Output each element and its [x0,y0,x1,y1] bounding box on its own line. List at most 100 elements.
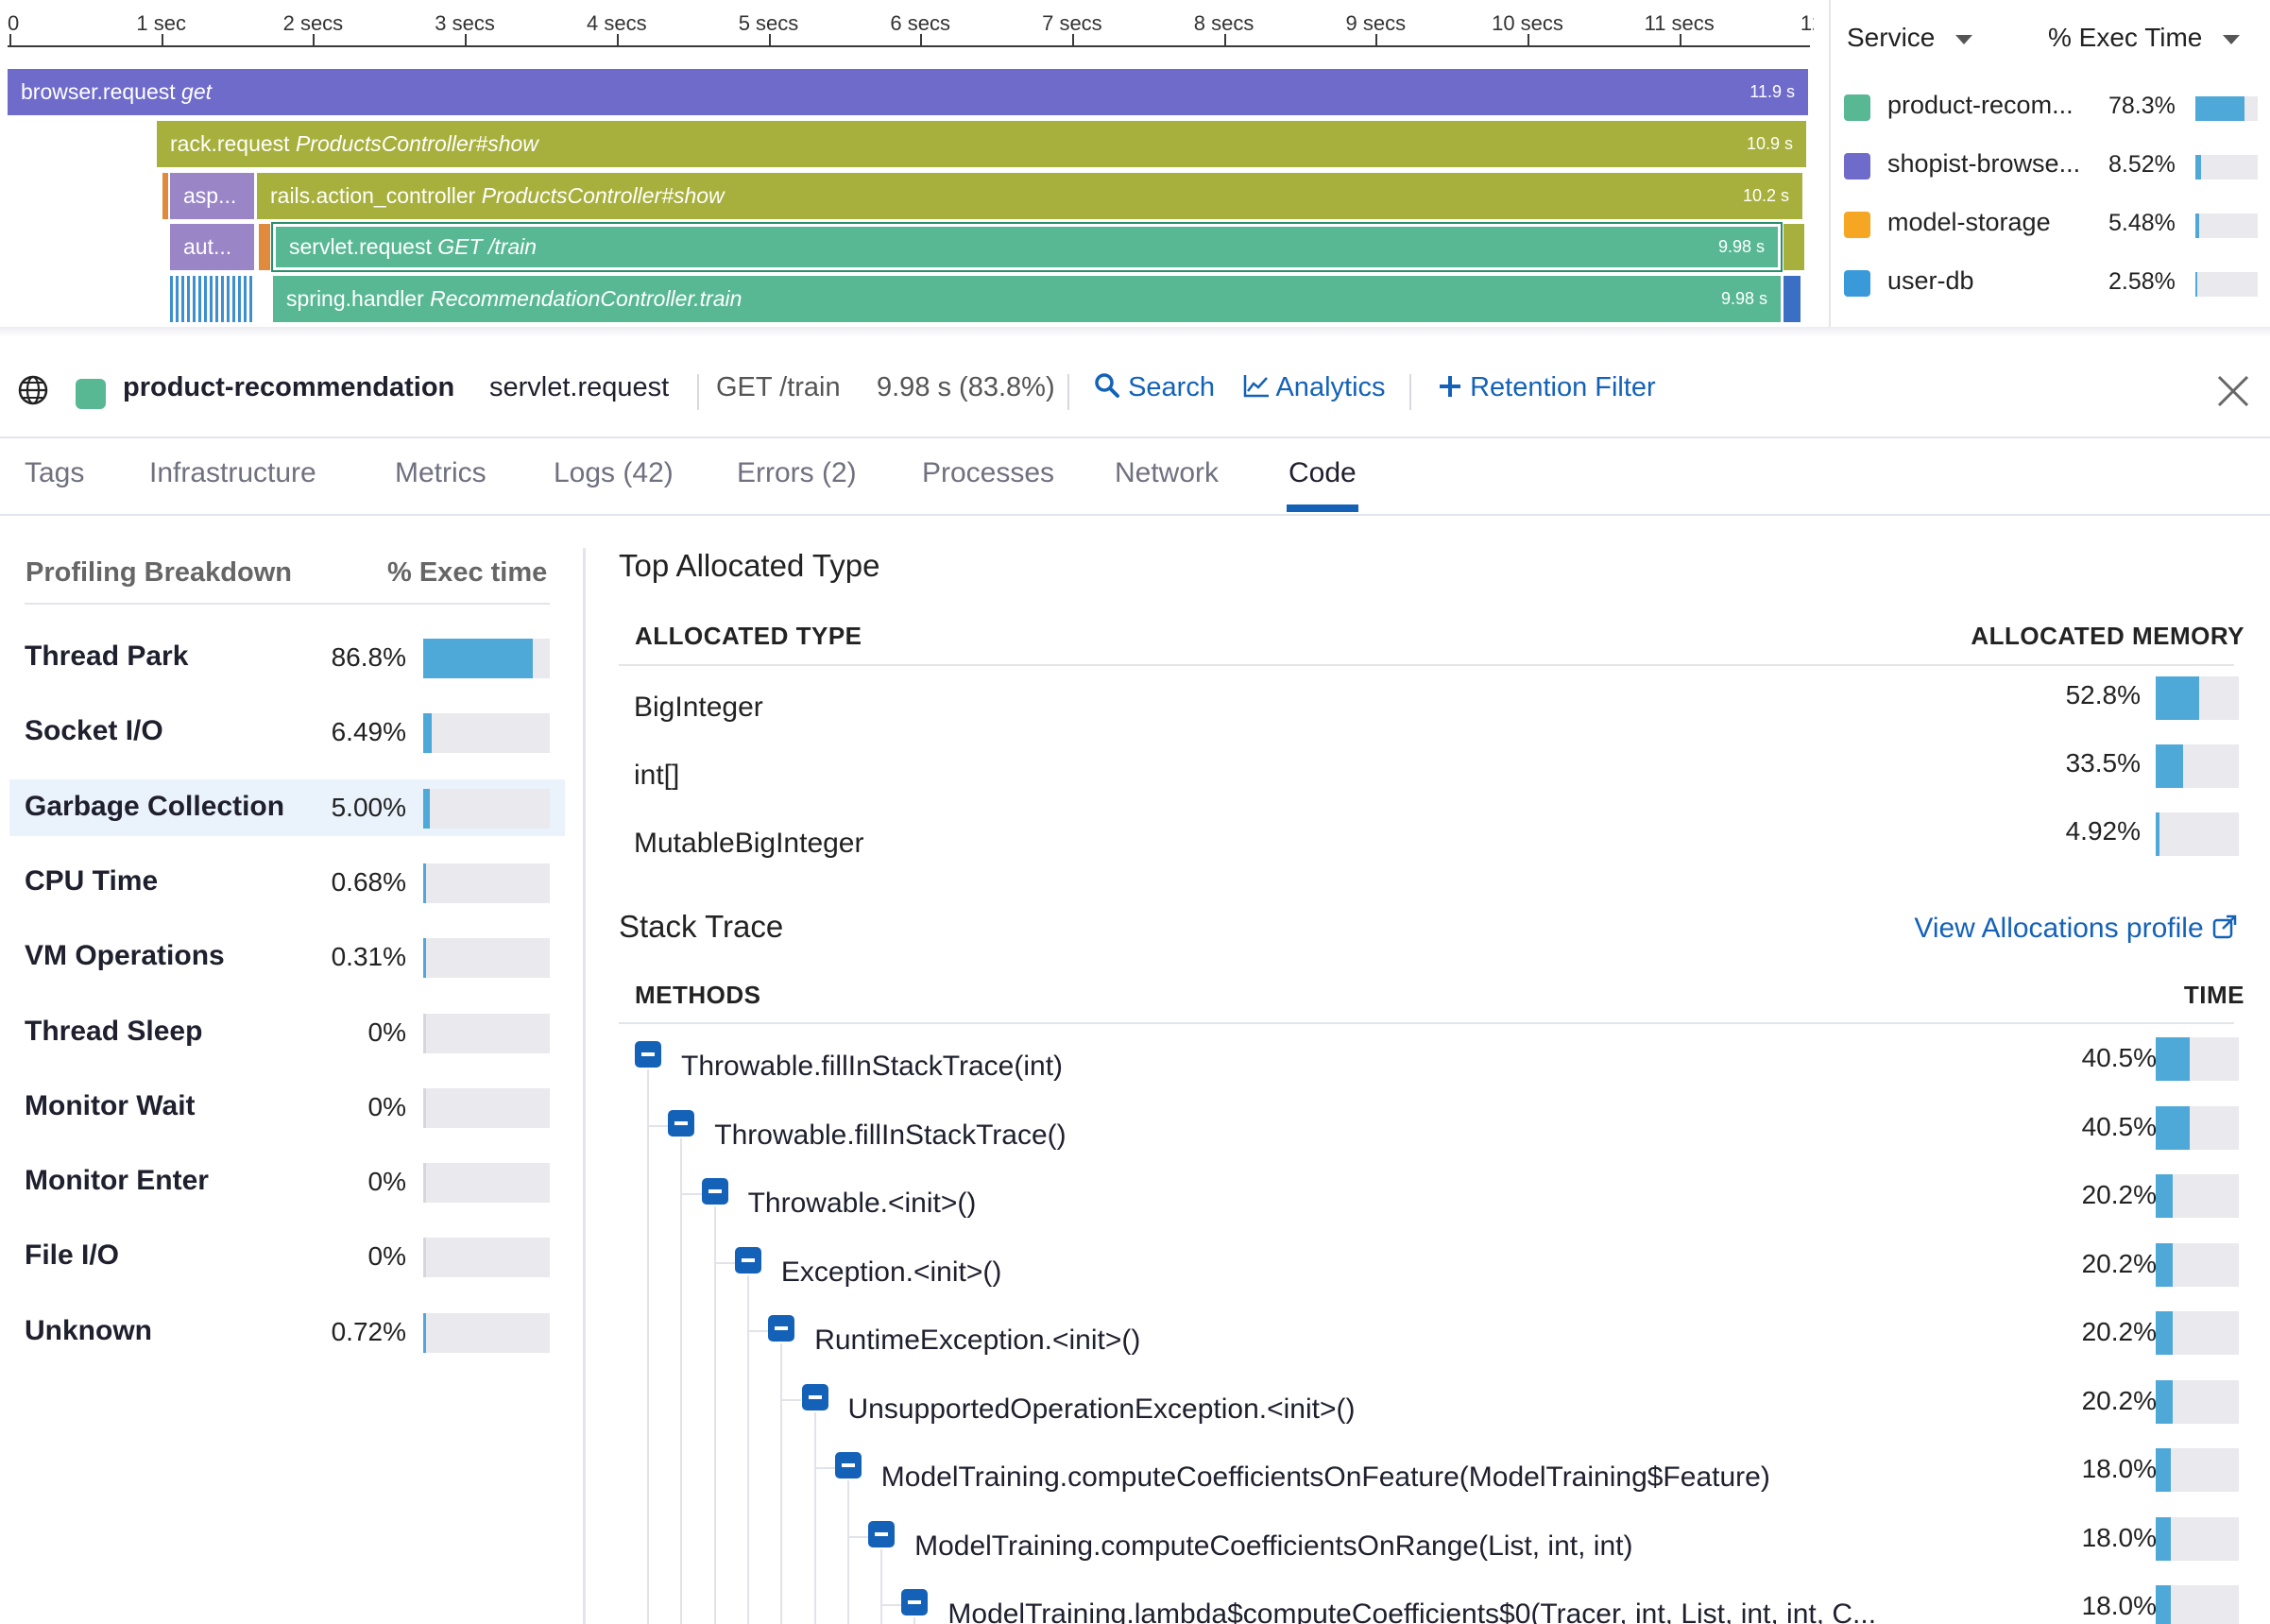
stack-frame-row[interactable]: Throwable.<init>() 20.2% [586,1174,2270,1242]
chevron-down-icon [1955,34,1973,44]
allocated-memory-bar [2156,744,2239,788]
tab-metrics[interactable]: Metrics [395,457,486,489]
stack-frame-row[interactable]: Throwable.fillInStackTrace() 40.5% [586,1105,2270,1174]
stack-frame-row[interactable]: ModelTraining.computeCoefficientsOnFeatu… [586,1448,2270,1516]
link-label: View Allocations profile [1914,913,2204,944]
collapse-toggle-icon[interactable] [635,1041,661,1068]
breakdown-row[interactable]: Monitor Enter 0% [9,1154,565,1210]
tab-code[interactable]: Code [1289,457,1357,489]
tab-infrastructure[interactable]: Infrastructure [149,457,316,489]
tab-processes[interactable]: Processes [922,457,1054,489]
span-spring-handler[interactable]: spring.handler RecommendationController.… [273,276,1781,322]
span-many-small[interactable] [170,276,254,322]
service-row[interactable]: model-storage 5.48% [1831,198,2270,251]
breakdown-row[interactable]: Unknown 0.72% [9,1304,565,1360]
span-operation: servlet.request [289,234,432,259]
close-icon[interactable] [2216,374,2250,416]
breakdown-row[interactable]: Thread Sleep 0% [9,1004,565,1061]
stack-frame-method: ModelTraining.lambda$computeCoefficients… [947,1598,1877,1624]
span-browser-request[interactable]: browser.request get 11.9 s [8,69,1808,115]
retention-filter-button[interactable]: Retention Filter [1438,372,1656,403]
tab-errors[interactable]: Errors (2) [737,457,857,489]
stack-frame-time-bar-fill [2156,1242,2173,1287]
exec-time-bar [423,713,550,754]
span-asp[interactable]: asp... [170,173,254,219]
search-button[interactable]: Search [1094,372,1215,403]
view-allocations-profile-link[interactable]: View Allocations profile [1914,913,2238,945]
breakdown-row[interactable]: File I/O 0% [9,1228,565,1285]
collapse-toggle-icon[interactable] [801,1383,828,1410]
stack-frame-time-pct: 40.5% [2081,1111,2157,1141]
breakdown-pct: 5.00% [331,792,406,822]
stack-frame-time-bar [2156,1379,2239,1424]
stack-frame-time-bar-fill [2156,1516,2171,1561]
divider [1409,374,1411,410]
divider [25,603,550,605]
breakdown-row[interactable]: VM Operations 0.31% [9,929,565,985]
span-small-orange[interactable] [162,173,168,219]
breakdown-pct: 86.8% [331,642,406,672]
tab-network[interactable]: Network [1115,457,1219,489]
exec-time-bar [423,1087,550,1128]
span-operation: browser.request [21,79,176,104]
service-row[interactable]: user-db 2.58% [1831,257,2270,310]
service-row[interactable]: product-recom... 78.3% [1831,81,2270,134]
span-operation: rails.action_controller [270,183,476,208]
collapse-toggle-icon[interactable] [768,1315,795,1342]
breakdown-row[interactable]: Thread Park 86.8% [9,629,565,686]
breakdown-row[interactable]: CPU Time 0.68% [9,854,565,911]
collapse-toggle-icon[interactable] [834,1452,862,1479]
axis-line [8,45,1810,47]
stack-frame-time-pct: 20.2% [2081,1248,2157,1278]
methods-column-header: METHODS [635,981,761,1009]
breakdown-row[interactable]: Garbage Collection 5.00% [9,778,565,836]
service-column-header[interactable]: Service [1847,23,1973,53]
tick-mark [1528,34,1529,46]
flame-graph[interactable]: 0 1 sec 2 secs 3 secs 4 secs 5 secs 6 secs 7 se… [0,0,1814,327]
span-rack-request[interactable]: rack.request ProductsController#show 10.… [157,121,1806,167]
analytics-button[interactable]: Analytics [1243,372,1386,403]
code-tab-content: Top Allocated Type ALLOCATED TYPE ALLOCA… [586,516,2270,1624]
service-row[interactable]: shopist-browse... 8.52% [1831,140,2270,193]
span-servlet-request[interactable]: servlet.request GET /train 9.98 s [271,222,1783,272]
breakdown-name: Socket I/O [25,715,163,747]
collapse-toggle-icon[interactable] [668,1109,695,1137]
tree-guide [681,1193,702,1195]
span-resource: RecommendationController.train [430,286,742,311]
stack-frame-method: ModelTraining.computeCoefficientsOnRange… [914,1530,1633,1562]
service-name[interactable]: product-recommendation [123,372,454,403]
exec-time-bar-fill [2195,96,2244,121]
tab-tags[interactable]: Tags [25,457,84,489]
stack-frame-row[interactable]: ModelTraining.lambda$computeCoefficients… [586,1585,2270,1624]
span-small-orange[interactable] [259,224,270,270]
span-rails-action-controller[interactable]: rails.action_controller ProductsControll… [257,173,1802,219]
span-small-blue[interactable] [1784,276,1801,322]
resource-name: GET /train [716,372,841,402]
stack-frame-row[interactable]: UnsupportedOperationException.<init>() 20… [586,1379,2270,1448]
stack-frame-row[interactable]: ModelTraining.computeCoefficientsOnRange… [586,1516,2270,1585]
allocated-type-row[interactable]: MutableBigInteger 4.92% [619,812,2239,880]
exec-time-bar-fill [423,1238,426,1278]
breakdown-pct: 0% [367,1167,406,1197]
collapse-toggle-icon[interactable] [734,1246,761,1274]
exec-time-bar [423,1238,550,1278]
collapse-toggle-icon[interactable] [868,1520,896,1547]
stack-frame-method: UnsupportedOperationException.<init>() [847,1393,1356,1425]
stack-frame-row[interactable]: Throwable.fillInStackTrace(int) 40.5% [586,1037,2270,1105]
allocated-type-row[interactable]: BigInteger 52.8% [619,676,2239,744]
globe-icon[interactable] [17,374,49,414]
stack-frame-method: ModelTraining.computeCoefficientsOnFeatu… [880,1462,1770,1493]
stack-frame-row[interactable]: RuntimeException.<init>() 20.2% [586,1311,2270,1379]
stack-frame-row[interactable]: Exception.<init>() 20.2% [586,1242,2270,1311]
allocated-type-row[interactable]: int[] 33.5% [619,744,2239,812]
collapse-toggle-icon[interactable] [701,1178,728,1205]
span-aut[interactable]: aut... [170,224,254,270]
breakdown-row[interactable]: Socket I/O 6.49% [9,704,565,761]
exec-time-column-header[interactable]: % Exec Time [2048,23,2241,53]
span-small-green[interactable] [1784,224,1804,270]
breakdown-row[interactable]: Monitor Wait 0% [9,1079,565,1136]
exec-time-bar [423,1013,550,1053]
span-operation: spring.handler [286,286,424,311]
tab-logs[interactable]: Logs (42) [554,457,674,489]
collapse-toggle-icon[interactable] [901,1589,929,1615]
